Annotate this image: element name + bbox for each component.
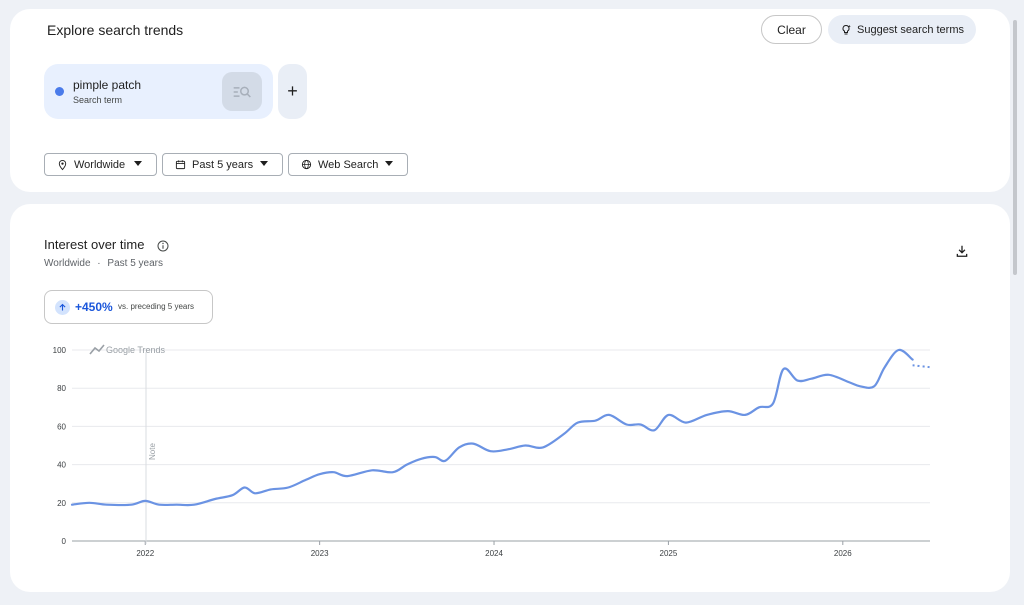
x-tick-label: 2022 <box>136 549 154 558</box>
y-tick-label: 80 <box>57 384 66 393</box>
search-term-chip[interactable]: pimple patch Search term <box>44 64 273 119</box>
note-marker-label[interactable]: Note <box>148 443 157 460</box>
arrow-up-icon <box>55 300 70 315</box>
change-badge: +450% vs. preceding 5 years <box>44 290 213 324</box>
globe-icon <box>301 159 312 170</box>
series-line-pimple-patch <box>70 348 914 507</box>
term-search-type-button[interactable] <box>222 72 262 111</box>
chevron-down-icon <box>260 161 268 166</box>
interest-line-chart: 0 20 40 60 80 100 2022 2023 2024 2025 2026 Google… <box>53 344 931 558</box>
series-partial-line <box>912 364 931 369</box>
chevron-down-icon <box>134 161 142 166</box>
y-tick-label: 0 <box>62 537 67 546</box>
x-tick-label: 2023 <box>311 549 329 558</box>
interest-over-time-card: Interest over time Worldwide · Past 5 ye… <box>10 204 1010 592</box>
chart-subtitle-separator: · <box>97 258 101 269</box>
time-range-filter-label: Past 5 years <box>192 158 254 171</box>
y-tick-label: 20 <box>57 499 66 508</box>
x-axis-labels: 2022 2023 2024 2025 2026 <box>136 541 852 558</box>
page-title: Explore search trends <box>47 22 184 38</box>
download-icon[interactable] <box>955 244 969 258</box>
plus-icon: + <box>287 81 298 101</box>
info-icon[interactable] <box>157 240 169 252</box>
explore-card: Explore search trends Clear Suggest sear… <box>10 9 1010 192</box>
term-subtitle: Search term <box>73 95 123 105</box>
chart-subtitle: Worldwide · Past 5 years <box>44 258 163 269</box>
chart-subtitle-time-range: Past 5 years <box>107 258 163 269</box>
watermark-text: Google Trends <box>106 345 166 355</box>
page-scrollbar[interactable] <box>1013 20 1017 275</box>
clear-button[interactable]: Clear <box>761 15 822 44</box>
x-tick-label: 2026 <box>834 549 852 558</box>
sparkle-bulb-icon <box>842 24 851 34</box>
chart-subtitle-location: Worldwide <box>44 258 91 269</box>
list-search-icon <box>233 86 251 98</box>
change-note: vs. preceding 5 years <box>118 302 195 311</box>
suggest-label: Suggest search terms <box>857 23 964 36</box>
term-color-dot <box>55 87 64 96</box>
location-filter[interactable]: Worldwide <box>44 153 157 176</box>
y-tick-label: 60 <box>57 422 66 431</box>
location-pin-icon <box>58 159 67 170</box>
add-term-button[interactable]: + <box>278 64 307 119</box>
search-property-filter-label: Web Search <box>318 158 379 171</box>
calendar-icon <box>175 160 186 170</box>
time-range-filter[interactable]: Past 5 years <box>162 153 283 176</box>
location-filter-label: Worldwide <box>74 158 126 171</box>
term-name: pimple patch <box>73 78 142 92</box>
change-value: +450% <box>75 300 113 314</box>
search-property-filter[interactable]: Web Search <box>288 153 408 176</box>
chart-grid <box>72 349 930 542</box>
x-tick-label: 2024 <box>485 549 503 558</box>
chevron-down-icon <box>385 161 393 166</box>
y-axis-labels: 0 20 40 60 80 100 <box>53 346 67 546</box>
x-tick-label: 2025 <box>660 549 678 558</box>
y-tick-label: 40 <box>57 461 66 470</box>
chart-title: Interest over time <box>44 237 145 252</box>
y-tick-label: 100 <box>53 346 67 355</box>
suggest-search-terms-button[interactable]: Suggest search terms <box>828 15 976 44</box>
